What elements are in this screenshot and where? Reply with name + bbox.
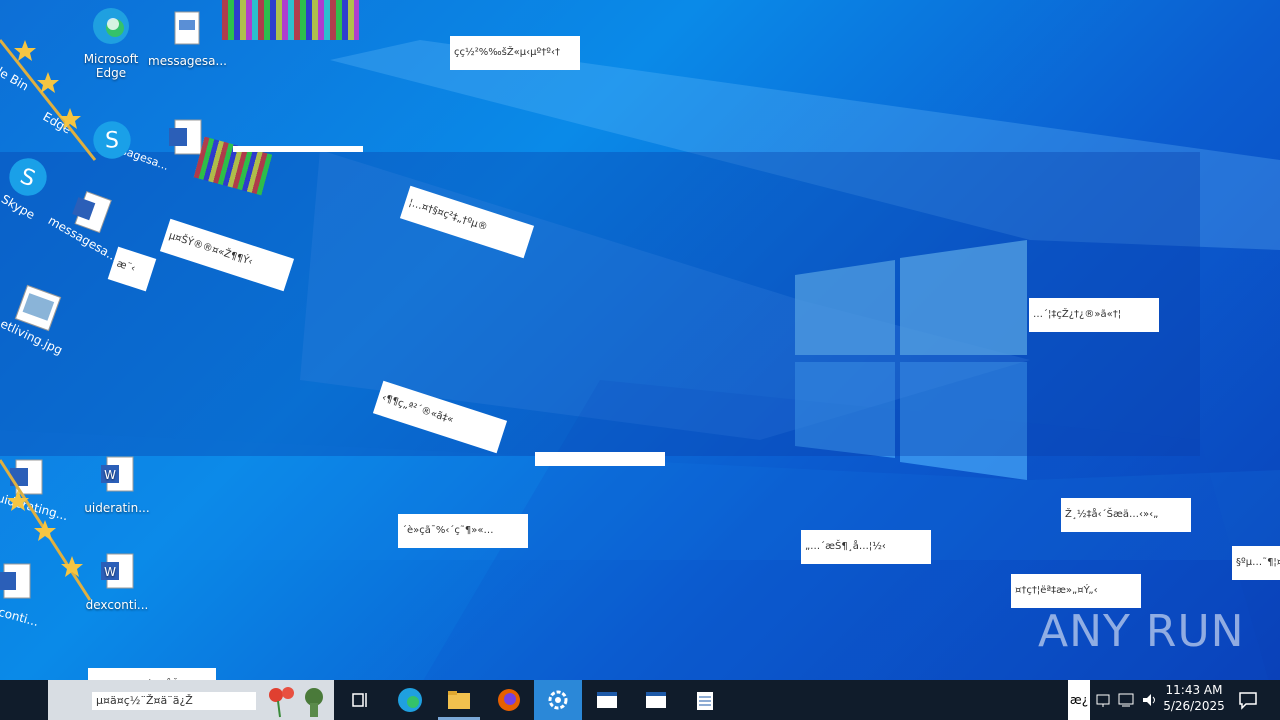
floating-garbled-label: „…´æŠ¶¸å…¦½‹ <box>801 530 931 564</box>
taskbar-window-button[interactable] <box>583 680 631 720</box>
edge-icon <box>398 688 422 712</box>
clock[interactable]: 11:43 AM 5/26/2025 <box>1160 680 1228 720</box>
glitch-bar <box>233 146 363 152</box>
anyrun-watermark: ANY RUN <box>1038 606 1245 657</box>
firefox-icon <box>498 689 520 711</box>
flowers-decoration-icon <box>269 687 323 718</box>
taskbar-edge-button[interactable] <box>386 680 434 720</box>
word-doc-icon <box>169 119 202 155</box>
taskbar-notepad-button[interactable] <box>681 680 729 720</box>
desktop-icon-messages[interactable]: messagesa... <box>148 8 227 68</box>
clock-time: 11:43 AM <box>1165 683 1223 697</box>
notification-icon[interactable] <box>1238 690 1258 710</box>
floating-garbled-label: §ºµ…˜¶¦¤ <box>1232 546 1280 580</box>
floating-garbled-label: ´è»çã¯%‹´ç˜¶»«… <box>398 514 528 548</box>
taskbar-firefox-button[interactable] <box>485 680 533 720</box>
taskbar-window-button-2[interactable] <box>632 680 680 720</box>
floating-garbled-label: Ž¸½‡å‹´Šæä…‹»‹„ <box>1061 498 1191 532</box>
file-explorer-icon <box>448 691 470 709</box>
notepad-icon <box>697 692 713 710</box>
desktop-icon-label: messagesa... <box>148 54 227 68</box>
glitch-image-block <box>222 0 359 40</box>
window-icon <box>646 692 666 708</box>
task-view-button[interactable] <box>336 680 384 720</box>
task-view-icon <box>352 693 367 707</box>
settings-icon <box>548 690 568 710</box>
search-input-text: µ¤ä¤ç½¨Ž¤ä¨ä¿Ž <box>92 692 256 710</box>
taskbar-file-explorer-button[interactable] <box>435 680 483 720</box>
taskbar-settings-button[interactable] <box>534 680 582 720</box>
monitor-icon[interactable] <box>1118 692 1134 708</box>
floating-garbled-label: …´¦‡çŽ¿†¿®»ã«†¦ <box>1029 298 1159 332</box>
ghost-window-overlay <box>0 152 1200 456</box>
clock-date: 5/26/2025 <box>1163 699 1225 713</box>
network-icon[interactable] <box>1095 692 1111 708</box>
floating-garbled-label <box>535 452 665 466</box>
printer-doc-icon <box>174 11 200 45</box>
star-trail-decoration <box>0 39 97 601</box>
floating-garbled-label: çç½²%‰šŽ«µ‹µº†º‹† <box>450 36 580 70</box>
window-icon <box>597 692 617 708</box>
floating-garbled-label: ¤†ç†¦ëª‡æ»„¤Ý„‹ <box>1011 574 1141 608</box>
language-indicator[interactable]: æ¿ <box>1068 680 1090 720</box>
volume-icon[interactable] <box>1141 692 1159 708</box>
